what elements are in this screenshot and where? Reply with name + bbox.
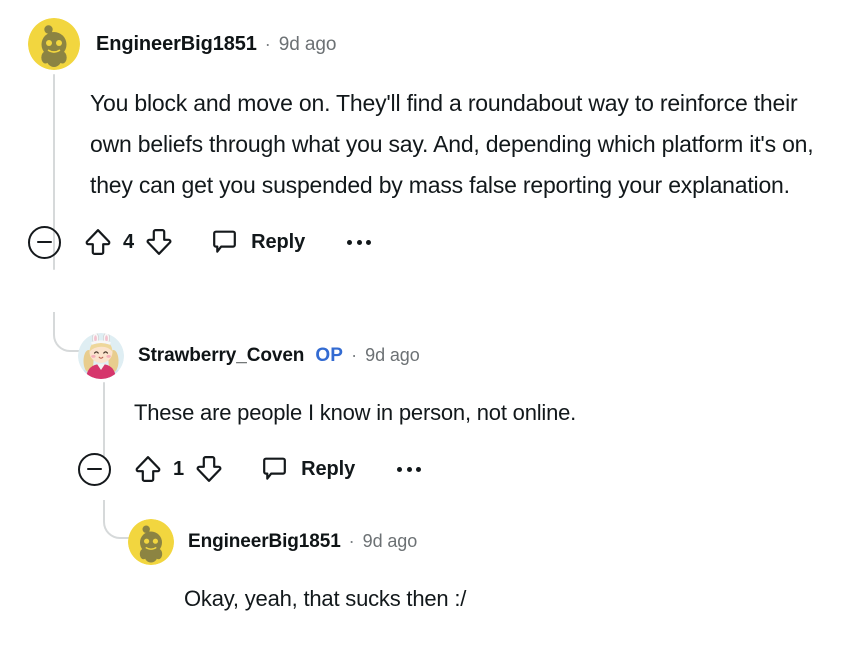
vote-score: 1: [173, 457, 185, 480]
comment-thread: EngineerBig1851 · 9d ago You block and m…: [0, 0, 864, 649]
username[interactable]: EngineerBig1851: [188, 531, 341, 553]
snoo-avatar-icon: [128, 519, 174, 565]
more-options-button[interactable]: [345, 234, 373, 251]
minus-icon: [37, 240, 52, 244]
reply-button[interactable]: Reply: [261, 456, 355, 483]
op-badge: OP: [315, 345, 344, 366]
username[interactable]: EngineerBig1851: [96, 33, 257, 56]
dot-icon: [356, 239, 362, 245]
separator: ·: [264, 33, 271, 54]
dot-icon: [347, 239, 353, 245]
avatar[interactable]: [78, 333, 124, 379]
byline: Strawberry_Coven OP · 9d ago: [138, 345, 420, 367]
timestamp: 9d ago: [365, 345, 420, 365]
reply-label: Reply: [301, 457, 356, 480]
dot-icon: [406, 466, 412, 472]
byline: EngineerBig1851 · 9d ago: [96, 33, 336, 56]
timestamp: 9d ago: [362, 531, 418, 551]
reply-button[interactable]: Reply: [211, 229, 305, 256]
more-options-button[interactable]: [395, 461, 423, 478]
byline: EngineerBig1851 · 9d ago: [188, 531, 417, 553]
comment-body: Okay, yeah, that sucks then :/: [184, 586, 467, 611]
collapse-button[interactable]: [78, 452, 111, 486]
dot-icon: [416, 466, 422, 472]
vote-score: 4: [123, 230, 135, 253]
comment-header: EngineerBig1851 · 9d ago: [28, 18, 848, 70]
dot-icon: [366, 239, 372, 245]
snoo-avatar-icon: [28, 18, 80, 70]
separator: ·: [348, 531, 355, 551]
upvote-icon[interactable]: [134, 454, 162, 484]
minus-icon: [87, 467, 102, 471]
comment-item: Strawberry_Coven OP · 9d ago These are p…: [78, 332, 848, 491]
comment-header: Strawberry_Coven OP · 9d ago: [78, 332, 848, 380]
timestamp: 9d ago: [278, 33, 337, 55]
upvote-icon[interactable]: [84, 227, 112, 257]
comment-header: EngineerBig1851 · 9d ago: [128, 518, 848, 566]
comment-body: These are people I know in person, not o…: [134, 400, 577, 425]
comment-item: EngineerBig1851 · 9d ago Okay, yeah, tha…: [128, 518, 848, 619]
separator: ·: [351, 345, 358, 365]
comment-body: You block and move on. They'll find a ro…: [90, 90, 814, 198]
dot-icon: [397, 466, 403, 472]
avatar[interactable]: [128, 519, 174, 565]
girl-bunny-avatar-icon: [78, 333, 124, 379]
comment-bubble-icon: [213, 230, 237, 253]
reply-label: Reply: [251, 230, 306, 253]
vote-group: 1: [134, 454, 223, 484]
downvote-icon[interactable]: [145, 227, 173, 257]
vote-group: 4: [84, 227, 173, 257]
collapse-button[interactable]: [28, 225, 61, 259]
comment-actions: 4 Reply: [28, 220, 848, 264]
comment-bubble-icon: [263, 457, 287, 480]
username[interactable]: Strawberry_Coven: [138, 345, 304, 367]
comment-item: EngineerBig1851 · 9d ago You block and m…: [28, 18, 848, 264]
downvote-icon[interactable]: [195, 454, 223, 484]
avatar[interactable]: [28, 18, 80, 70]
comment-actions: 1 Reply: [78, 447, 848, 491]
